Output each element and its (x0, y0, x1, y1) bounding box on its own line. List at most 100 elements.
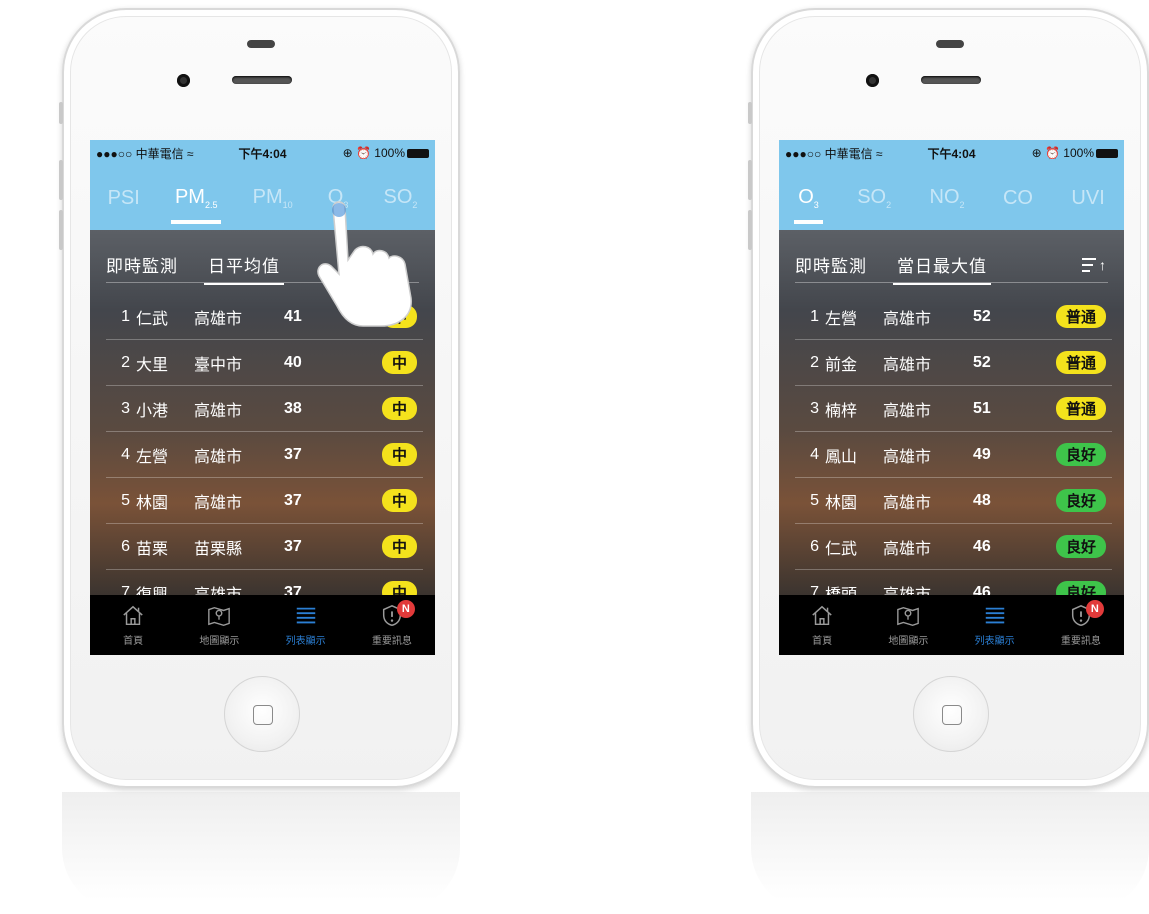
tabbar-item-alert-shield[interactable]: 重要訊息 N (1046, 599, 1116, 647)
bottom-tab-bar: 首頁 地圖顯示 列表顯示 重要訊息 N (90, 595, 435, 655)
home-icon (123, 605, 143, 625)
front-camera (177, 74, 190, 87)
status-badge: 普通 (1055, 305, 1106, 328)
city-name: 高雄市 (194, 494, 243, 512)
list-item[interactable]: 6 苗栗 苗栗縣 37 中 (106, 524, 423, 570)
city-name: 苗栗縣 (194, 540, 243, 558)
city-name: 高雄市 (883, 402, 932, 420)
station-name: 楠梓 (825, 402, 858, 420)
tabbar-item-map[interactable]: 地圖顯示 (873, 604, 943, 647)
reading-value: 52 (973, 307, 991, 325)
pollutant-tab-subscript: 2.5 (204, 200, 218, 210)
tabbar-item-map[interactable]: 地圖顯示 (184, 604, 254, 647)
list-item[interactable]: 2 前金 高雄市 52 普通 (795, 340, 1112, 386)
tabbar-item-list[interactable]: 列表顯示 (960, 604, 1030, 647)
city-name: 高雄市 (883, 540, 932, 558)
station-name: 小港 (136, 402, 169, 420)
tabbar-item-label: 首頁 (812, 635, 833, 647)
home-button[interactable] (224, 676, 300, 752)
pollutant-tab-label: UVI (1071, 186, 1105, 209)
list-item[interactable]: 6 仁武 高雄市 46 良好 (795, 524, 1112, 570)
city-name: 高雄市 (194, 448, 243, 466)
city-name: 高雄市 (883, 494, 932, 512)
city-name: 臺中市 (194, 356, 243, 374)
screen: ●●●○○ 中華電信 ≈ 下午4:04 ⊕ ⏰ 100% O3 SO2 NO2 CO U… (779, 140, 1124, 655)
status-badge: 中 (381, 443, 417, 466)
map-icon (897, 606, 920, 626)
status-icons: ⊕ ⏰ 100% (1031, 146, 1094, 160)
tab-realtime[interactable]: 即時監測 (106, 252, 178, 277)
reading-value: 38 (284, 399, 302, 417)
rank-number: 5 (121, 491, 130, 509)
pollutant-tab-uvi[interactable]: UVI (1067, 187, 1108, 210)
earpiece-top (936, 40, 964, 48)
station-name: 林園 (136, 494, 169, 512)
volume-down-button (748, 210, 752, 250)
pollutant-tab-subscript: 10 (282, 200, 293, 210)
pollutant-tab-co[interactable]: CO (999, 187, 1037, 210)
tabbar-item-home[interactable]: 首頁 (787, 604, 857, 647)
tab-aggregate[interactable]: 日平均值 (204, 252, 284, 285)
sort-icon[interactable]: ↑ (1082, 256, 1106, 276)
pollutant-tab-psi[interactable]: PSI (104, 187, 144, 210)
battery-icon (407, 149, 429, 159)
pollutant-tab-label: O (798, 186, 814, 208)
pollutant-tab-label: SO (857, 186, 887, 208)
content-area: 即時監測 當日最大值 ↑ 1 左營 高雄市 52 普通 2 前金 高雄市 52 普通 3 楠梓 高雄市 51… (779, 230, 1124, 616)
list-item[interactable]: 4 左營 高雄市 37 中 (106, 432, 423, 478)
pollutant-tab-o3[interactable]: O3 (794, 186, 823, 224)
city-name: 高雄市 (883, 310, 932, 328)
pollutant-tab-subscript: 2 (886, 200, 892, 210)
rank-number: 6 (810, 537, 819, 555)
rank-number: 3 (121, 399, 130, 417)
mute-switch (59, 102, 63, 124)
status-badge: 中 (381, 351, 417, 374)
rank-number: 2 (121, 353, 130, 371)
list-item[interactable]: 5 林園 高雄市 37 中 (106, 478, 423, 524)
pollutant-tab-no2[interactable]: NO2 (926, 186, 969, 210)
pollutant-tab-so2[interactable]: SO2 (853, 186, 895, 210)
tab-realtime[interactable]: 即時監測 (795, 252, 867, 277)
list-item[interactable]: 2 大里 臺中市 40 中 (106, 340, 423, 386)
rank-number: 3 (810, 399, 819, 417)
list-item[interactable]: 1 左營 高雄市 52 普通 (795, 294, 1112, 340)
list-item[interactable]: 5 林園 高雄市 48 良好 (795, 478, 1112, 524)
tabbar-item-alert-shield[interactable]: 重要訊息 N (357, 599, 427, 647)
city-name: 高雄市 (194, 402, 243, 420)
reading-value: 51 (973, 399, 991, 417)
tabbar-item-list[interactable]: 列表顯示 (271, 604, 341, 647)
phone-reflection (62, 792, 460, 912)
clock: 下午4:04 (927, 146, 976, 161)
city-name: 高雄市 (194, 310, 243, 328)
rank-number: 1 (121, 307, 130, 325)
tabbar-item-label: 地圖顯示 (888, 635, 929, 647)
status-badge: 良好 (1055, 443, 1106, 466)
pollutant-tab-subscript: 3 (813, 200, 819, 210)
reading-value: 40 (284, 353, 302, 371)
status-icons: ⊕ ⏰ 100% (342, 146, 405, 160)
status-bar: ●●●○○ 中華電信 ≈ 下午4:04 ⊕ ⏰ 100% (90, 140, 435, 166)
pollutant-tab-bar: O3 SO2 NO2 CO UVI (779, 166, 1124, 230)
rank-number: 5 (810, 491, 819, 509)
tabbar-item-home[interactable]: 首頁 (98, 604, 168, 647)
station-name: 左營 (136, 448, 169, 466)
station-list: 1 左營 高雄市 52 普通 2 前金 高雄市 52 普通 3 楠梓 高雄市 51 普通 4 鳳山 高雄市 49 良好… (795, 294, 1112, 616)
station-name: 左營 (825, 310, 858, 328)
list-item[interactable]: 4 鳳山 高雄市 49 良好 (795, 432, 1112, 478)
status-badge: 中 (381, 489, 417, 512)
list-item[interactable]: 3 小港 高雄市 38 中 (106, 386, 423, 432)
tabbar-item-label: 重要訊息 (371, 635, 412, 647)
status-badge: 普通 (1055, 397, 1106, 420)
reading-value: 37 (284, 445, 302, 463)
pollutant-tab-pm10[interactable]: PM10 (249, 186, 297, 210)
rank-number: 6 (121, 537, 130, 555)
tab-aggregate[interactable]: 當日最大值 (893, 252, 991, 285)
status-badge: 良好 (1055, 535, 1106, 558)
station-name: 鳳山 (825, 448, 858, 466)
home-button[interactable] (913, 676, 989, 752)
phone-reflection (751, 792, 1149, 912)
divider (795, 282, 1108, 283)
pointing-hand-icon (317, 201, 412, 327)
pollutant-tab-pm25[interactable]: PM2.5 (170, 186, 222, 224)
list-item[interactable]: 3 楠梓 高雄市 51 普通 (795, 386, 1112, 432)
